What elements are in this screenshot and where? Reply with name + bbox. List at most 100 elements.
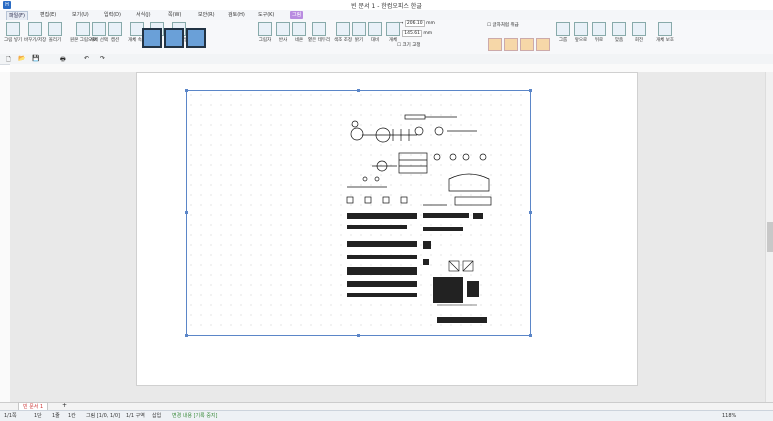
ribbon-tool-5[interactable]: 캡션 xyxy=(108,22,122,43)
zoom-level[interactable]: 118% xyxy=(722,412,736,420)
ribbon-tool-icon xyxy=(92,22,106,36)
ribbon-tool-9[interactable]: 그림자 xyxy=(258,22,272,43)
menu-item-9[interactable]: 그림 xyxy=(290,11,304,19)
ribbon-tool-icon xyxy=(28,22,43,36)
width-unit: mm xyxy=(426,21,435,26)
ribbon-tool-15[interactable]: 대비 xyxy=(368,22,382,43)
ribbon-tool-label: 캡션 xyxy=(110,38,120,43)
ribbon-tool-label: 맞춤 xyxy=(614,38,624,43)
ribbon-tool-icon xyxy=(312,22,327,36)
save-icon[interactable]: 💾 xyxy=(32,55,39,62)
as-char-label: 글자처럼 취급 xyxy=(492,23,519,28)
ribbon-tool-icon xyxy=(276,22,290,36)
status-track-changes[interactable]: 변경 내용 [기록 중지] xyxy=(172,412,217,420)
ribbon-tool-icon xyxy=(76,22,91,36)
ribbon-tool-label: 옅은 테두리 xyxy=(308,38,331,43)
ribbon-tool-icon xyxy=(352,22,366,36)
size-lock-checkbox[interactable]: ☐ xyxy=(397,43,401,48)
status-section: 1단 xyxy=(34,413,42,419)
ribbon-toolbar: ⟷ 206.10 mm ↕ 145.61 mm ☐ 크기 고정 ☐ 글자처럼 취… xyxy=(0,20,773,55)
selected-picture-object[interactable] xyxy=(185,89,532,337)
menu-item-8[interactable]: 도구(K) xyxy=(256,11,276,19)
menu-item-5[interactable]: 쪽(W) xyxy=(166,11,183,19)
ribbon-tool-24[interactable]: 개체 보호 xyxy=(656,22,674,43)
title-bar: H 빈 문서 1 - 한컴오피스 한글 xyxy=(0,0,773,10)
ribbon-tool-13[interactable]: 색조 조정 xyxy=(334,22,352,43)
ribbon-tool-label: 밝기 xyxy=(354,38,364,43)
status-col: 1칸 xyxy=(68,413,76,419)
status-bar: 1/1쪽 1단 1줄 1칸 그림 [1/0, 1/0] 1/1 구역 삽입 변경… xyxy=(0,410,773,421)
height-unit: mm xyxy=(423,31,433,36)
ribbon-tool-icon xyxy=(368,22,382,36)
ribbon-tool-label: 그림자 xyxy=(258,38,272,43)
scroll-thumb[interactable] xyxy=(767,222,773,252)
ribbon-tool-11[interactable]: 네온 xyxy=(292,22,306,43)
window-title: 빈 문서 1 - 한컴오피스 한글 xyxy=(351,3,422,10)
ribbon-tool-label: 대비 xyxy=(370,38,380,43)
ribbon-tool-14[interactable]: 밝기 xyxy=(352,22,366,43)
arrange-preset-1[interactable] xyxy=(504,38,518,51)
open-icon[interactable]: 📂 xyxy=(18,55,25,62)
ribbon-tool-20[interactable]: 앞으로 xyxy=(574,22,588,43)
picture-style-preset-1[interactable] xyxy=(164,28,184,48)
ribbon-tool-label: 바꾸기/저장 xyxy=(24,38,47,43)
arrange-preset-0[interactable] xyxy=(488,38,502,51)
ribbon-tool-21[interactable]: 뒤로 xyxy=(592,22,606,43)
ribbon-tool-icon xyxy=(336,22,350,36)
ribbon-tool-label: 개체 보호 xyxy=(656,38,674,43)
ribbon-tool-icon xyxy=(6,22,20,36)
ribbon-tool-icon xyxy=(632,22,646,36)
menu-item-3[interactable]: 입력(D) xyxy=(102,11,123,19)
ribbon-tool-16[interactable]: 개체 xyxy=(386,22,400,43)
ribbon-tool-icon xyxy=(292,22,306,36)
ribbon-tool-icon xyxy=(592,22,606,36)
ribbon-tool-23[interactable]: 회전 xyxy=(632,22,646,43)
ribbon-tool-icon xyxy=(556,22,570,36)
menu-item-4[interactable]: 서식(J) xyxy=(134,11,153,19)
redo-icon[interactable]: ↷ xyxy=(100,55,105,62)
ribbon-tool-label: 개체 xyxy=(388,38,398,43)
ribbon-tool-icon xyxy=(612,22,626,36)
ribbon-tool-label: 회전 xyxy=(634,38,644,43)
status-zone: 1/1 구역 xyxy=(126,413,145,419)
ribbon-tool-label: 앞으로 xyxy=(574,38,588,43)
ribbon-tool-12[interactable]: 옅은 테두리 xyxy=(308,22,330,43)
ribbon-tool-label: 뒤로 xyxy=(594,38,604,43)
ribbon-tool-label: 반사 xyxy=(278,38,288,43)
ribbon-tool-10[interactable]: 반사 xyxy=(276,22,290,43)
ribbon-tool-19[interactable]: 그룹 xyxy=(556,22,570,43)
height-field[interactable]: 145.61 xyxy=(402,30,422,37)
width-field[interactable]: 206.10 xyxy=(404,20,425,27)
vertical-scrollbar[interactable] xyxy=(765,72,773,402)
ribbon-tool-label: 올리기 xyxy=(48,38,62,43)
ribbon-tool-icon xyxy=(108,22,122,36)
size-lock-label: 크기 고정 xyxy=(402,43,421,48)
status-insert-mode[interactable]: 삽입 xyxy=(152,412,161,420)
ribbon-tool-label: 네온 xyxy=(294,38,304,43)
arrange-preset-3[interactable] xyxy=(536,38,550,51)
ribbon-tool-0[interactable]: 그림 넣기 xyxy=(4,22,22,43)
arrange-preset-2[interactable] xyxy=(520,38,534,51)
menu-item-6[interactable]: 보안(R) xyxy=(196,11,217,19)
picture-style-preset-0[interactable] xyxy=(142,28,162,48)
menu-item-2[interactable]: 보기(U) xyxy=(70,11,91,19)
ribbon-tool-label: 그룹 xyxy=(558,38,568,43)
ribbon-tool-2[interactable]: 올리기 xyxy=(48,22,62,43)
undo-icon[interactable]: ↶ xyxy=(84,55,89,62)
ribbon-tool-icon xyxy=(658,22,672,36)
picture-style-preset-2[interactable] xyxy=(186,28,206,48)
ribbon-tool-icon xyxy=(386,22,400,36)
status-picture: 그림 [1/0, 1/0] xyxy=(86,413,120,419)
ribbon-tool-22[interactable]: 맞춤 xyxy=(612,22,626,43)
add-tab-button[interactable]: + xyxy=(62,402,67,410)
ribbon-tool-icon xyxy=(258,22,272,36)
ribbon-tool-1[interactable]: 바꾸기/저장 xyxy=(24,22,46,43)
status-line: 1줄 xyxy=(52,413,60,419)
as-char-checkbox[interactable]: ☐ xyxy=(487,23,491,28)
ribbon-tool-label: 그림 넣기 xyxy=(4,38,22,43)
ribbon-tool-icon xyxy=(48,22,62,36)
ribbon-tool-label: 색조 조정 xyxy=(334,38,352,43)
ribbon-tool-4[interactable]: 개체 선택 xyxy=(90,22,108,43)
menu-item-1[interactable]: 편집(E) xyxy=(38,11,58,19)
menu-item-7[interactable]: 검토(H) xyxy=(226,11,247,19)
